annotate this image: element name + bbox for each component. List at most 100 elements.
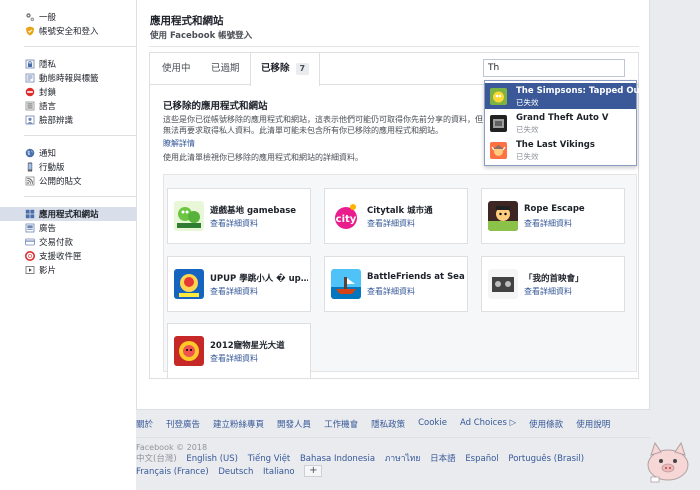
app-name: UPUP 學跳小人 � up… (210, 274, 308, 284)
tab-removed[interactable]: 已移除 7 (250, 53, 321, 86)
sidebar-item-label: 一般 (39, 13, 57, 23)
language-link[interactable]: Deutsch (218, 466, 253, 478)
result-status: 已失效 (516, 125, 539, 134)
apps-icon (25, 209, 35, 219)
app-card-rope-escape: Rope Escape 查看詳細資料 (481, 188, 625, 244)
language-link[interactable]: 日本語 (430, 453, 456, 465)
search-results-dropdown: The Simpsons: Tapped Out 已失效 Grand Theft… (484, 80, 644, 166)
sidebar-item-blocking[interactable]: 封鎖 (0, 85, 136, 99)
language-link[interactable]: Italiano (263, 466, 295, 478)
footer-link-careers[interactable]: 工作機會 (324, 418, 358, 430)
page-subtitle: 使用 Facebook 帳號登入 (150, 31, 253, 41)
sidebar-item-label: 隱私 (39, 60, 57, 70)
sidebar-item-videos[interactable]: 影片 (0, 263, 136, 277)
battlefriends-app-icon (331, 269, 361, 299)
result-name: Grand Theft Auto V (516, 113, 609, 123)
sidebar-item-payments[interactable]: 交易付款 (0, 235, 136, 249)
rss-icon (25, 176, 35, 186)
language-link[interactable]: English (US) (186, 453, 238, 465)
timeline-icon (25, 73, 35, 83)
footer-link-cookie[interactable]: Cookie (418, 418, 447, 430)
removed-section-title: 已移除的應用程式和網站 (163, 101, 268, 112)
sidebar-item-label: 應用程式和網站 (39, 210, 99, 220)
sidebar-item-label: 廣告 (39, 224, 57, 234)
sidebar-item-face-recognition[interactable]: 臉部辨識 (0, 113, 136, 127)
sidebar-item-language[interactable]: 語言 (0, 99, 136, 113)
footer-link-create-page[interactable]: 建立粉絲專頁 (213, 418, 264, 430)
tab-count-badge: 7 (295, 63, 310, 75)
search-result-gta-v[interactable]: Grand Theft Auto V 已失效 (485, 110, 636, 136)
sidebar-item-label: 臉部辨識 (39, 116, 74, 126)
header-divider (149, 46, 639, 47)
language-link[interactable]: Português (Brasil) (508, 453, 584, 465)
sidebar-item-security[interactable]: 帳號安全和登入 (0, 24, 136, 38)
lock-icon (25, 59, 35, 69)
premiere-app-icon (488, 269, 518, 299)
pet-star-app-icon (174, 336, 204, 366)
sidebar-group-apps: 應用程式和網站 廣告 交易付款 支援收件匣 影片 (0, 207, 136, 285)
app-card-upup: UPUP 學跳小人 � up… 查看詳細資料 (167, 256, 311, 312)
footer-link-about[interactable]: 關於 (136, 418, 153, 430)
sidebar-item-privacy[interactable]: 隱私 (0, 57, 136, 71)
tab-active[interactable]: 使用中 (162, 53, 191, 85)
search-result-simpsons[interactable]: The Simpsons: Tapped Out 已失效 (485, 83, 644, 109)
language-link[interactable]: Français (France) (136, 466, 209, 478)
sidebar-item-general[interactable]: 一般 (0, 10, 136, 24)
add-language-button[interactable]: + (304, 465, 323, 477)
result-status: 已失效 (516, 152, 539, 161)
shield-icon (26, 26, 34, 36)
footer-link-ad-choices[interactable]: Ad Choices ▷ (460, 418, 516, 430)
gta-v-app-icon (490, 115, 507, 132)
language-link[interactable]: ภาษาไทย (385, 453, 421, 465)
view-details-link[interactable]: 查看詳細資料 (210, 286, 258, 297)
sidebar-item-mobile[interactable]: 行動版 (0, 160, 136, 174)
sidebar-item-support-inbox[interactable]: 支援收件匣 (0, 249, 136, 263)
payment-icon (25, 238, 35, 246)
tab-label: 已移除 (261, 63, 290, 74)
footer-link-help[interactable]: 使用說明 (576, 418, 610, 430)
footer-link-terms[interactable]: 使用條款 (529, 418, 563, 430)
tab-expired[interactable]: 已過期 (211, 53, 240, 85)
sidebar-item-public-posts[interactable]: 公開的貼文 (0, 174, 136, 188)
usage-note: 使用此清單檢視你已移除的應用程式和網站的詳細資料。 (163, 153, 363, 162)
sidebar-item-apps-websites[interactable]: 應用程式和網站 (0, 207, 136, 221)
view-details-link[interactable]: 查看詳細資料 (210, 218, 258, 229)
rope-escape-app-icon (488, 201, 518, 231)
view-details-link[interactable]: 查看詳細資料 (524, 286, 572, 297)
search-input[interactable]: Th (483, 59, 625, 77)
result-status: 已失效 (516, 98, 539, 107)
simpsons-app-icon (490, 88, 507, 105)
sidebar-item-label: 交易付款 (39, 238, 74, 248)
language-selector: 中文(台灣) English (US) Tiếng Việt Bahasa In… (136, 453, 646, 478)
view-details-link[interactable]: 查看詳細資料 (210, 353, 258, 364)
sidebar-item-label: 封鎖 (39, 88, 57, 98)
sidebar-item-label: 行動版 (39, 163, 65, 173)
copyright: Facebook © 2018 (136, 443, 208, 452)
language-icon (25, 101, 35, 111)
face-icon (25, 115, 35, 125)
language-link[interactable]: Tiếng Việt (248, 453, 291, 465)
app-card-pet-star: 2012寵物星光大道 查看詳細資料 (167, 323, 311, 379)
sidebar-item-label: 語言 (39, 102, 57, 112)
language-link[interactable]: Español (465, 453, 498, 465)
sidebar-item-timeline[interactable]: 動態時報與標籤 (0, 71, 136, 85)
footer-link-developers[interactable]: 開發人員 (277, 418, 311, 430)
footer-link-privacy[interactable]: 隱私政策 (371, 418, 405, 430)
view-details-link[interactable]: 查看詳細資料 (524, 218, 572, 229)
view-details-link[interactable]: 查看詳細資料 (367, 218, 415, 229)
search-result-last-vikings[interactable]: The Last Vikings 已失效 (485, 137, 636, 163)
gamebase-app-icon (174, 201, 204, 231)
footer-link-create-ad[interactable]: 刊登廣告 (166, 418, 200, 430)
app-name: Rope Escape (524, 204, 585, 214)
ads-icon (25, 223, 35, 233)
sidebar-group-account: 一般 帳號安全和登入 (24, 10, 136, 47)
language-link[interactable]: Bahasa Indonesia (300, 453, 375, 465)
sidebar-item-notifications[interactable]: 通知 (0, 146, 136, 160)
learn-more-link[interactable]: 瞭解詳情 (163, 138, 195, 149)
sidebar-item-ads[interactable]: 廣告 (0, 221, 136, 235)
view-details-link[interactable]: 查看詳細資料 (367, 286, 415, 297)
page-title: 應用程式和網站 (150, 15, 224, 27)
upup-app-icon (174, 269, 204, 299)
app-name: 遊戲基地 gamebase (210, 206, 297, 216)
app-name: 2012寵物星光大道 (210, 341, 285, 351)
